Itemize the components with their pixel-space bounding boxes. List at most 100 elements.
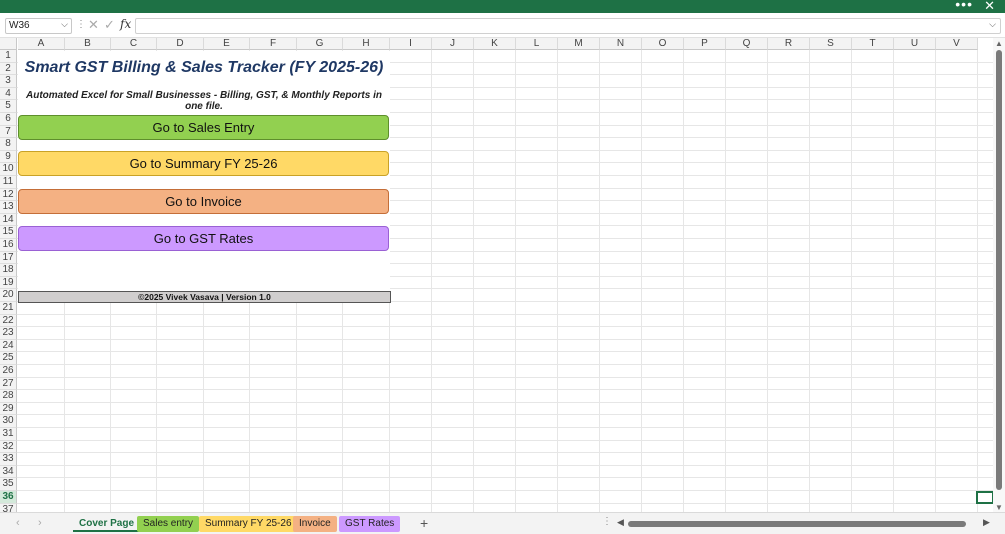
tab-summary[interactable]: Summary FY 25-26 — [199, 516, 298, 532]
row-header[interactable]: 10 — [0, 163, 17, 176]
row-header[interactable]: 31 — [0, 428, 17, 441]
row-header[interactable]: 33 — [0, 453, 17, 466]
column-header[interactable]: D — [157, 38, 204, 50]
row-header[interactable]: 17 — [0, 251, 17, 265]
column-header[interactable]: G — [297, 38, 343, 50]
row-header[interactable]: 11 — [0, 176, 17, 189]
row-header[interactable]: 16 — [0, 239, 17, 252]
row-header[interactable]: 27 — [0, 377, 17, 391]
column-header[interactable]: T — [852, 38, 894, 50]
tab-invoice[interactable]: Invoice — [293, 516, 337, 532]
gridline — [17, 490, 993, 491]
row-header[interactable]: 6 — [0, 113, 17, 126]
row-header[interactable]: 15 — [0, 226, 17, 239]
column-header[interactable]: E — [204, 38, 250, 50]
scroll-left-icon[interactable]: ◀ — [617, 517, 624, 528]
column-header[interactable]: O — [642, 38, 684, 50]
scroll-up-icon[interactable]: ▲ — [995, 39, 1003, 48]
row-header[interactable]: 19 — [0, 276, 17, 290]
next-sheet-icon[interactable]: › — [38, 517, 42, 529]
tab-sales-entry[interactable]: Sales entry — [137, 516, 200, 532]
name-box[interactable]: W36 ⌵ — [5, 18, 72, 34]
worksheet-grid[interactable]: ABCDEFGHIJKLMNOPQRSTUV 1 2 3 4 5 6 7 8 9 10 11 12 13… — [0, 38, 993, 512]
go-to-sales-entry-button[interactable]: Go to Sales Entry — [18, 115, 389, 140]
scroll-down-icon[interactable]: ▼ — [995, 503, 1003, 512]
column-header[interactable]: R — [768, 38, 810, 50]
insert-function-icon[interactable]: fx — [120, 17, 131, 31]
column-header[interactable]: V — [936, 38, 978, 50]
row-header[interactable]: 35 — [0, 478, 17, 491]
column-header[interactable]: Q — [726, 38, 768, 50]
expand-formula-icon[interactable]: ⌵ — [989, 19, 996, 30]
row-header[interactable]: 3 — [0, 75, 17, 88]
column-header[interactable]: M — [558, 38, 600, 50]
vertical-scroll-thumb[interactable] — [996, 50, 1002, 490]
row-header[interactable]: 8 — [0, 138, 17, 151]
tab-cover-page[interactable]: Cover Page — [73, 516, 141, 532]
row-header[interactable]: 12 — [0, 188, 17, 202]
chevron-down-icon[interactable]: ⌵ — [61, 19, 68, 30]
selected-cell[interactable] — [976, 491, 993, 504]
row-header[interactable]: 18 — [0, 264, 17, 277]
row-header[interactable]: 21 — [0, 302, 17, 315]
tab-splitter-icon[interactable]: ⋮ — [602, 516, 612, 527]
column-header[interactable]: J — [432, 38, 474, 50]
column-header[interactable]: U — [894, 38, 936, 50]
more-options-icon[interactable]: ••• — [955, 0, 973, 12]
formula-input[interactable]: ⌵ — [135, 18, 1001, 34]
row-header[interactable]: 29 — [0, 402, 17, 416]
column-header[interactable]: S — [810, 38, 852, 50]
vertical-scrollbar[interactable]: ▲ ▼ — [993, 38, 1005, 512]
column-header[interactable]: C — [111, 38, 157, 50]
row-header[interactable]: 14 — [0, 213, 17, 227]
row-header[interactable]: 32 — [0, 440, 17, 454]
row-header[interactable]: 34 — [0, 465, 17, 479]
row-header[interactable]: 7 — [0, 125, 17, 139]
horizontal-scroll-thumb[interactable] — [628, 521, 966, 527]
column-header[interactable]: F — [250, 38, 297, 50]
column-header[interactable]: P — [684, 38, 726, 50]
go-to-invoice-button[interactable]: Go to Invoice — [18, 189, 389, 214]
name-box-value: W36 — [9, 20, 30, 31]
gridline — [725, 50, 726, 512]
select-all-corner[interactable] — [0, 38, 17, 50]
column-header[interactable]: B — [65, 38, 111, 50]
gridline — [17, 376, 993, 378]
row-header[interactable]: 9 — [0, 150, 17, 164]
row-header[interactable]: 5 — [0, 100, 17, 113]
gridline — [683, 50, 684, 512]
row-header[interactable]: 26 — [0, 365, 17, 378]
row-header[interactable]: 25 — [0, 352, 17, 365]
tab-gst-rates[interactable]: GST Rates — [339, 516, 401, 532]
scroll-right-icon[interactable]: ▶ — [983, 517, 990, 528]
row-header[interactable]: 4 — [0, 87, 17, 101]
column-header[interactable]: A — [18, 38, 65, 50]
row-header[interactable]: 23 — [0, 327, 17, 340]
close-icon[interactable]: ✕ — [984, 0, 995, 14]
go-to-gst-rates-button[interactable]: Go to GST Rates — [18, 226, 389, 251]
cancel-icon[interactable]: ✕ — [88, 17, 99, 33]
row-header[interactable]: 2 — [0, 62, 17, 76]
go-to-summary-button[interactable]: Go to Summary FY 25-26 — [18, 151, 389, 176]
enter-icon[interactable]: ✓ — [104, 17, 115, 33]
row-header[interactable]: 24 — [0, 339, 17, 353]
column-header[interactable]: I — [390, 38, 432, 50]
row-header[interactable]: 36 — [0, 491, 17, 504]
add-sheet-button[interactable]: + — [420, 515, 428, 531]
column-header[interactable]: N — [600, 38, 642, 50]
column-header[interactable]: L — [516, 38, 558, 50]
row-header[interactable]: 1 — [0, 50, 17, 63]
vertical-dots-icon[interactable]: ⋮ — [76, 19, 86, 30]
row-header[interactable]: 22 — [0, 314, 17, 328]
row-header[interactable]: 30 — [0, 415, 17, 428]
row-header[interactable]: 20 — [0, 289, 17, 302]
row-header[interactable]: 37 — [0, 503, 17, 512]
gridline — [935, 50, 936, 512]
gridline — [17, 364, 993, 365]
row-header[interactable]: 28 — [0, 390, 17, 403]
row-header[interactable]: 13 — [0, 201, 17, 214]
column-header[interactable]: H — [343, 38, 390, 50]
gridline — [17, 389, 993, 391]
column-header[interactable]: K — [474, 38, 516, 50]
prev-sheet-icon[interactable]: ‹ — [16, 517, 20, 529]
